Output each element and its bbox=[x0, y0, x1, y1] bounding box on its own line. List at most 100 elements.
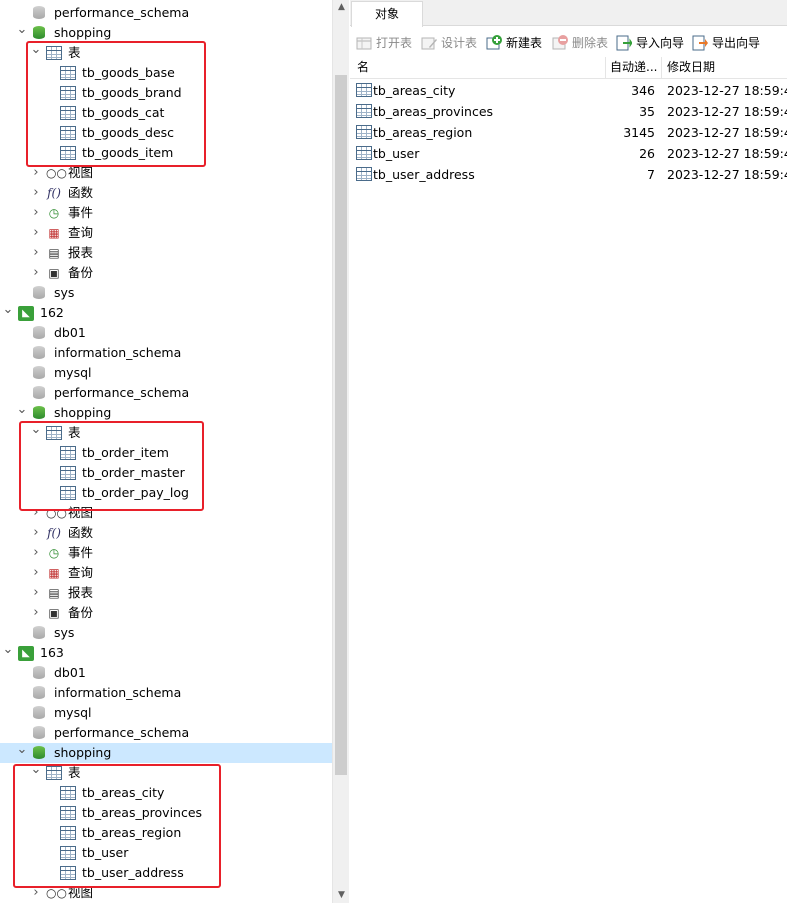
table-row[interactable]: tb_areas_provinces 35 2023-12-27 18:59:49 bbox=[350, 101, 787, 122]
tree-item-folder-tables[interactable]: ⌄ 表 bbox=[0, 43, 332, 63]
tree-item-backups[interactable]: › ▣ 备份 bbox=[0, 603, 332, 623]
tree-item-db[interactable]: performance_schema bbox=[0, 3, 332, 23]
tree-item-db[interactable]: information_schema bbox=[0, 343, 332, 363]
tree-item-table[interactable]: tb_goods_item bbox=[0, 143, 332, 163]
database-icon bbox=[33, 286, 49, 300]
tree-item-table[interactable]: tb_goods_cat bbox=[0, 103, 332, 123]
tree-item-table[interactable]: tb_order_pay_log bbox=[0, 483, 332, 503]
tree-item-table[interactable]: tb_user_address bbox=[0, 863, 332, 883]
tree-item-db[interactable]: performance_schema bbox=[0, 383, 332, 403]
chevron-right-icon[interactable]: › bbox=[30, 163, 42, 183]
tree-item-db[interactable]: sys bbox=[0, 623, 332, 643]
export-wizard-icon bbox=[692, 35, 708, 51]
tree-item-views[interactable]: › ○○ 视图 bbox=[0, 883, 332, 903]
table-icon bbox=[60, 126, 76, 140]
tree-item-views[interactable]: › ○○ 视图 bbox=[0, 163, 332, 183]
chevron-right-icon[interactable]: › bbox=[30, 543, 42, 563]
tree-item-label: sys bbox=[54, 285, 75, 300]
tree-item-label: 表 bbox=[68, 45, 81, 60]
scroll-thumb[interactable] bbox=[335, 75, 347, 775]
tree-item-label: tb_user_address bbox=[82, 865, 184, 880]
modified-date-cell: 2023-12-27 18:59:49 bbox=[667, 167, 787, 182]
database-icon bbox=[33, 706, 49, 720]
tree-item-table[interactable]: tb_order_master bbox=[0, 463, 332, 483]
tree-item-db-open[interactable]: ⌄ shopping bbox=[0, 743, 332, 763]
chevron-right-icon[interactable]: › bbox=[30, 603, 42, 623]
tree-item-folder-tables[interactable]: ⌄ 表 bbox=[0, 423, 332, 443]
chevron-right-icon[interactable]: › bbox=[30, 223, 42, 243]
chevron-right-icon[interactable]: › bbox=[30, 183, 42, 203]
column-header-modified[interactable]: 修改日期 bbox=[667, 57, 715, 79]
tree-item-table[interactable]: tb_areas_provinces bbox=[0, 803, 332, 823]
chevron-down-icon[interactable]: ⌄ bbox=[30, 43, 42, 63]
tree-item-queries[interactable]: › ▦ 查询 bbox=[0, 223, 332, 243]
tree-item-db[interactable]: sys bbox=[0, 283, 332, 303]
chevron-down-icon[interactable]: ⌄ bbox=[2, 643, 14, 663]
navigation-tree[interactable]: performance_schema ⌄ shopping ⌄ 表 tb_goods_ba… bbox=[0, 0, 332, 903]
tree-item-events[interactable]: › ◷ 事件 bbox=[0, 203, 332, 223]
tree-item-label: tb_goods_item bbox=[82, 145, 174, 160]
tree-item-views[interactable]: › ○○ 视图 bbox=[0, 503, 332, 523]
chevron-right-icon[interactable]: › bbox=[30, 203, 42, 223]
chevron-right-icon[interactable]: › bbox=[30, 503, 42, 523]
chevron-right-icon[interactable]: › bbox=[30, 883, 42, 903]
tab-objects[interactable]: 对象 bbox=[351, 1, 423, 27]
chevron-down-icon[interactable]: ⌄ bbox=[16, 743, 28, 763]
scroll-down-icon[interactable]: ▼ bbox=[333, 888, 350, 902]
column-header-name[interactable]: 名 bbox=[357, 57, 369, 79]
modified-date-cell: 2023-12-27 18:59:49 bbox=[667, 146, 787, 161]
chevron-down-icon[interactable]: ⌄ bbox=[30, 763, 42, 783]
table-row[interactable]: tb_areas_city 346 2023-12-27 18:59:49 bbox=[350, 80, 787, 101]
chevron-right-icon[interactable]: › bbox=[30, 583, 42, 603]
scroll-up-icon[interactable]: ▲ bbox=[333, 0, 350, 14]
chevron-down-icon[interactable]: ⌄ bbox=[30, 423, 42, 443]
tree-item-functions[interactable]: › f() 函数 bbox=[0, 183, 332, 203]
tree-item-table[interactable]: tb_goods_base bbox=[0, 63, 332, 83]
table-row[interactable]: tb_user_address 7 2023-12-27 18:59:49 bbox=[350, 164, 787, 185]
tree-item-table[interactable]: tb_goods_desc bbox=[0, 123, 332, 143]
tree-item-table[interactable]: tb_user bbox=[0, 843, 332, 863]
tree-item-table[interactable]: tb_goods_brand bbox=[0, 83, 332, 103]
tree-item-reports[interactable]: › ▤ 报表 bbox=[0, 243, 332, 263]
chevron-right-icon[interactable]: › bbox=[30, 243, 42, 263]
tree-item-db[interactable]: db01 bbox=[0, 323, 332, 343]
chevron-down-icon[interactable]: ⌄ bbox=[16, 23, 28, 43]
tree-item-table[interactable]: tb_areas_region bbox=[0, 823, 332, 843]
table-row[interactable]: tb_areas_region 3145 2023-12-27 18:59:49 bbox=[350, 122, 787, 143]
tree-item-connection[interactable]: ⌄ ◣ 162 bbox=[0, 303, 332, 323]
tree-item-db[interactable]: mysql bbox=[0, 703, 332, 723]
chevron-down-icon[interactable]: ⌄ bbox=[2, 303, 14, 323]
tree-item-table[interactable]: tb_areas_city bbox=[0, 783, 332, 803]
tree-scrollbar[interactable]: ▲ ▼ bbox=[332, 0, 349, 903]
tree-item-db-open[interactable]: ⌄ shopping bbox=[0, 23, 332, 43]
table-icon bbox=[60, 826, 76, 840]
tree-item-db[interactable]: information_schema bbox=[0, 683, 332, 703]
table-row[interactable]: tb_user 26 2023-12-27 18:59:49 bbox=[350, 143, 787, 164]
table-icon bbox=[60, 846, 76, 860]
open-table-icon bbox=[356, 37, 372, 50]
tree-item-label: mysql bbox=[54, 365, 92, 380]
tree-item-queries[interactable]: › ▦ 查询 bbox=[0, 563, 332, 583]
tree-item-functions[interactable]: › f() 函数 bbox=[0, 523, 332, 543]
tree-item-db[interactable]: mysql bbox=[0, 363, 332, 383]
tree-item-connection[interactable]: ⌄ ◣ 163 bbox=[0, 643, 332, 663]
tree-item-folder-tables[interactable]: ⌄ 表 bbox=[0, 763, 332, 783]
chevron-right-icon[interactable]: › bbox=[30, 563, 42, 583]
chevron-down-icon[interactable]: ⌄ bbox=[16, 403, 28, 423]
tree-item-label: mysql bbox=[54, 705, 92, 720]
auto-increment-cell: 346 bbox=[631, 83, 655, 98]
tree-item-events[interactable]: › ◷ 事件 bbox=[0, 543, 332, 563]
tree-item-backups[interactable]: › ▣ 备份 bbox=[0, 263, 332, 283]
views-icon: ○○ bbox=[46, 166, 67, 180]
tree-item-reports[interactable]: › ▤ 报表 bbox=[0, 583, 332, 603]
chevron-right-icon[interactable]: › bbox=[30, 523, 42, 543]
tree-item-table[interactable]: tb_order_item bbox=[0, 443, 332, 463]
tree-item-db[interactable]: db01 bbox=[0, 663, 332, 683]
database-icon bbox=[33, 6, 49, 20]
column-header-auto-increment[interactable]: 自动递... bbox=[610, 57, 657, 79]
tables-folder-icon bbox=[46, 426, 62, 440]
tree-item-db-open[interactable]: ⌄ shopping bbox=[0, 403, 332, 423]
chevron-right-icon[interactable]: › bbox=[30, 263, 42, 283]
tree-item-label: 事件 bbox=[68, 545, 94, 560]
tree-item-db[interactable]: performance_schema bbox=[0, 723, 332, 743]
